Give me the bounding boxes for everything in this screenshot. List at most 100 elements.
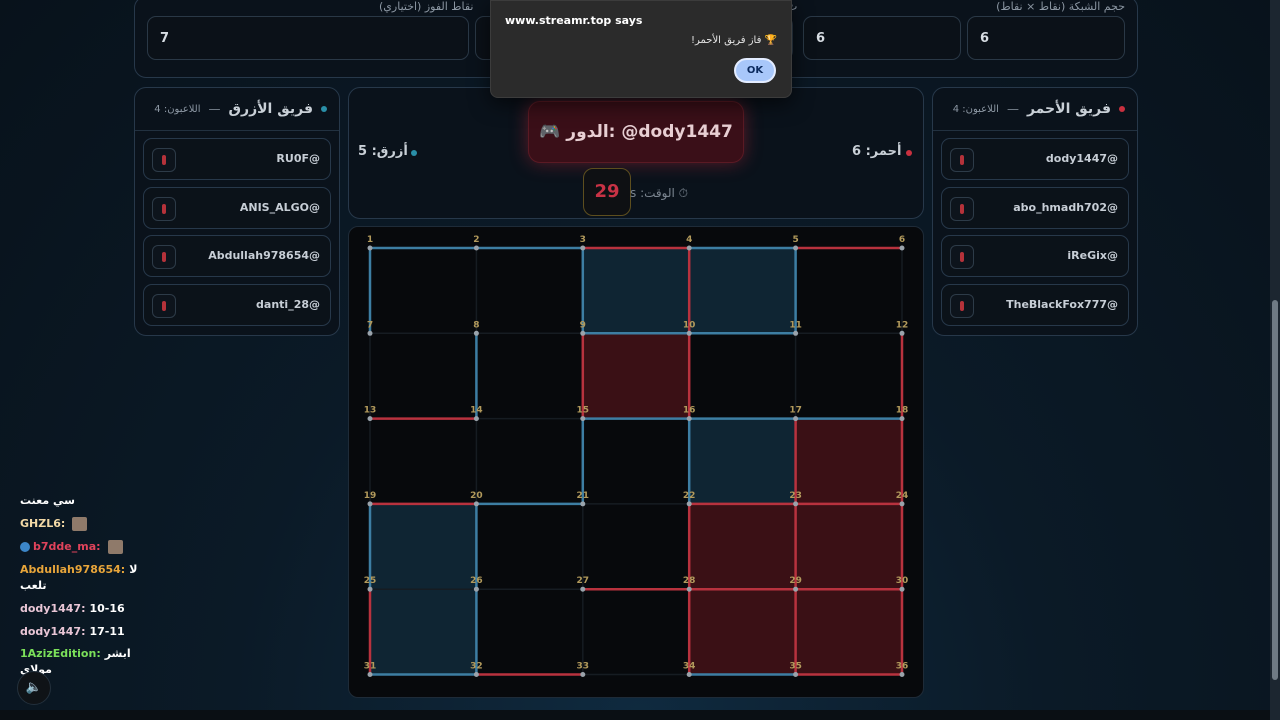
- blue-box[interactable]: [689, 418, 796, 504]
- empty-box[interactable]: [370, 333, 477, 419]
- dot-label: 31: [364, 662, 377, 672]
- red-team-header: فريق الأحمر — اللاعبون: 4: [933, 88, 1137, 131]
- empty-box[interactable]: [795, 248, 902, 334]
- blue-team-separator: —: [208, 102, 221, 116]
- red-box[interactable]: [795, 418, 902, 504]
- chat-text: 17-11: [89, 625, 125, 638]
- grid-size-label: حجم الشبكة (نقاط × نقاط): [996, 0, 1125, 13]
- sound-toggle-button[interactable]: 🔈: [17, 671, 51, 705]
- dot-label: 34: [683, 662, 696, 672]
- empty-box[interactable]: [476, 333, 583, 419]
- empty-box[interactable]: [795, 333, 902, 419]
- grid-dot: [473, 586, 479, 592]
- red-box[interactable]: [795, 589, 902, 675]
- red-box[interactable]: [582, 333, 690, 419]
- grid-dot: [793, 416, 799, 422]
- red-box[interactable]: [689, 589, 796, 675]
- red-team-title: فريق الأحمر: [1026, 101, 1111, 117]
- chat-username: b7dde_ma:: [33, 540, 101, 553]
- chat-username: Abdullah978654:: [20, 563, 126, 576]
- emote-icon: [72, 517, 88, 531]
- player-row: abo_hmadh702@: [941, 187, 1129, 229]
- scrollbar-thumb[interactable]: [1272, 300, 1278, 680]
- speaker-icon: 🔈: [25, 680, 43, 695]
- dot-label: 14: [470, 406, 483, 416]
- dot-label: 15: [577, 406, 590, 416]
- grid-dot: [580, 672, 586, 677]
- grid-dot: [367, 245, 373, 251]
- player-row: iReGix@: [941, 235, 1129, 277]
- grid-dot: [580, 586, 586, 592]
- grid-dot: [686, 330, 692, 336]
- blue-box[interactable]: [582, 248, 690, 334]
- grid-dot: [686, 501, 692, 507]
- dot-label: 12: [896, 320, 909, 330]
- grid-dot: [473, 330, 479, 336]
- blue-box[interactable]: [689, 248, 796, 334]
- kick-player-button[interactable]: [950, 245, 974, 269]
- dot-label: 13: [364, 406, 377, 416]
- timer-box: 29: [583, 168, 631, 216]
- blue-box[interactable]: [370, 589, 477, 675]
- empty-box[interactable]: [370, 418, 477, 504]
- dot-label: 4: [686, 235, 692, 245]
- empty-box[interactable]: [582, 503, 690, 590]
- grid-dot: [686, 586, 692, 592]
- player-name: danti_28@: [256, 298, 320, 311]
- empty-box[interactable]: [476, 248, 583, 334]
- grid-dot: [473, 245, 479, 251]
- kick-player-button[interactable]: [152, 148, 176, 172]
- chat-text: ابشر: [104, 647, 131, 660]
- player-row: ANIS_ALGO@: [143, 187, 331, 229]
- blue-team-title: فريق الأزرق: [228, 101, 314, 117]
- red-box[interactable]: [795, 503, 902, 590]
- kick-player-button[interactable]: [152, 294, 176, 318]
- blue-box[interactable]: [370, 503, 477, 590]
- globe-icon: [20, 542, 30, 552]
- empty-box[interactable]: [476, 589, 583, 675]
- game-board[interactable]: 1 2 3 4 5 6 7 8 9 10 11 12 13 14 15 16 17 18 19 20 21 22 23 24 2…: [348, 226, 924, 698]
- empty-box[interactable]: [689, 333, 796, 419]
- grid-dot: [899, 330, 905, 336]
- empty-box[interactable]: [370, 248, 477, 334]
- board-grid[interactable]: 1 2 3 4 5 67 8 9 10 11 1213 14 15 16 17 1819 20 21 22 23 242…: [349, 227, 923, 697]
- grid-dot: [473, 672, 479, 677]
- grid-dot: [899, 416, 905, 422]
- empty-box[interactable]: [476, 503, 583, 590]
- grid-dot: [580, 416, 586, 422]
- player-name: Abdullah978654@: [208, 249, 320, 262]
- dialog-ok-button[interactable]: OK: [734, 58, 776, 83]
- dot-label: 19: [364, 491, 377, 501]
- grid-dot: [793, 672, 799, 677]
- dot-label: 7: [367, 320, 373, 330]
- chat-message: GHZL6:: [20, 517, 88, 531]
- page-scrollbar[interactable]: [1270, 0, 1280, 720]
- grid-size-input[interactable]: 6: [967, 16, 1125, 60]
- win-points-input[interactable]: 7: [147, 16, 469, 60]
- red-score-dot: [906, 150, 912, 156]
- alert-dialog: www.streamr.top says 🏆 فاز فريق الأحمر! …: [490, 0, 792, 98]
- kick-player-button[interactable]: [152, 245, 176, 269]
- dot-label: 21: [577, 491, 590, 501]
- kick-player-button[interactable]: [152, 197, 176, 221]
- dot-label: 11: [789, 320, 802, 330]
- blue-score-dot: [411, 150, 417, 156]
- dot-label: 24: [896, 491, 909, 501]
- empty-box[interactable]: [476, 418, 583, 504]
- kick-player-button[interactable]: [950, 197, 974, 221]
- kick-player-button[interactable]: [950, 294, 974, 318]
- red-box[interactable]: [689, 503, 796, 590]
- setting-input-2[interactable]: 6: [803, 16, 961, 60]
- dot-label: 9: [580, 320, 586, 330]
- empty-box[interactable]: [582, 418, 690, 504]
- dot-label: 23: [789, 491, 802, 501]
- chat-username: dody1447:: [20, 602, 86, 615]
- dot-label: 10: [683, 320, 696, 330]
- chat-text: 10-16: [89, 602, 125, 615]
- grid-dot: [580, 501, 586, 507]
- empty-box[interactable]: [582, 589, 690, 675]
- chat-message: سي معنت: [20, 494, 75, 507]
- dot-label: 6: [899, 235, 905, 245]
- kick-player-button[interactable]: [950, 148, 974, 172]
- dot-label: 8: [473, 320, 479, 330]
